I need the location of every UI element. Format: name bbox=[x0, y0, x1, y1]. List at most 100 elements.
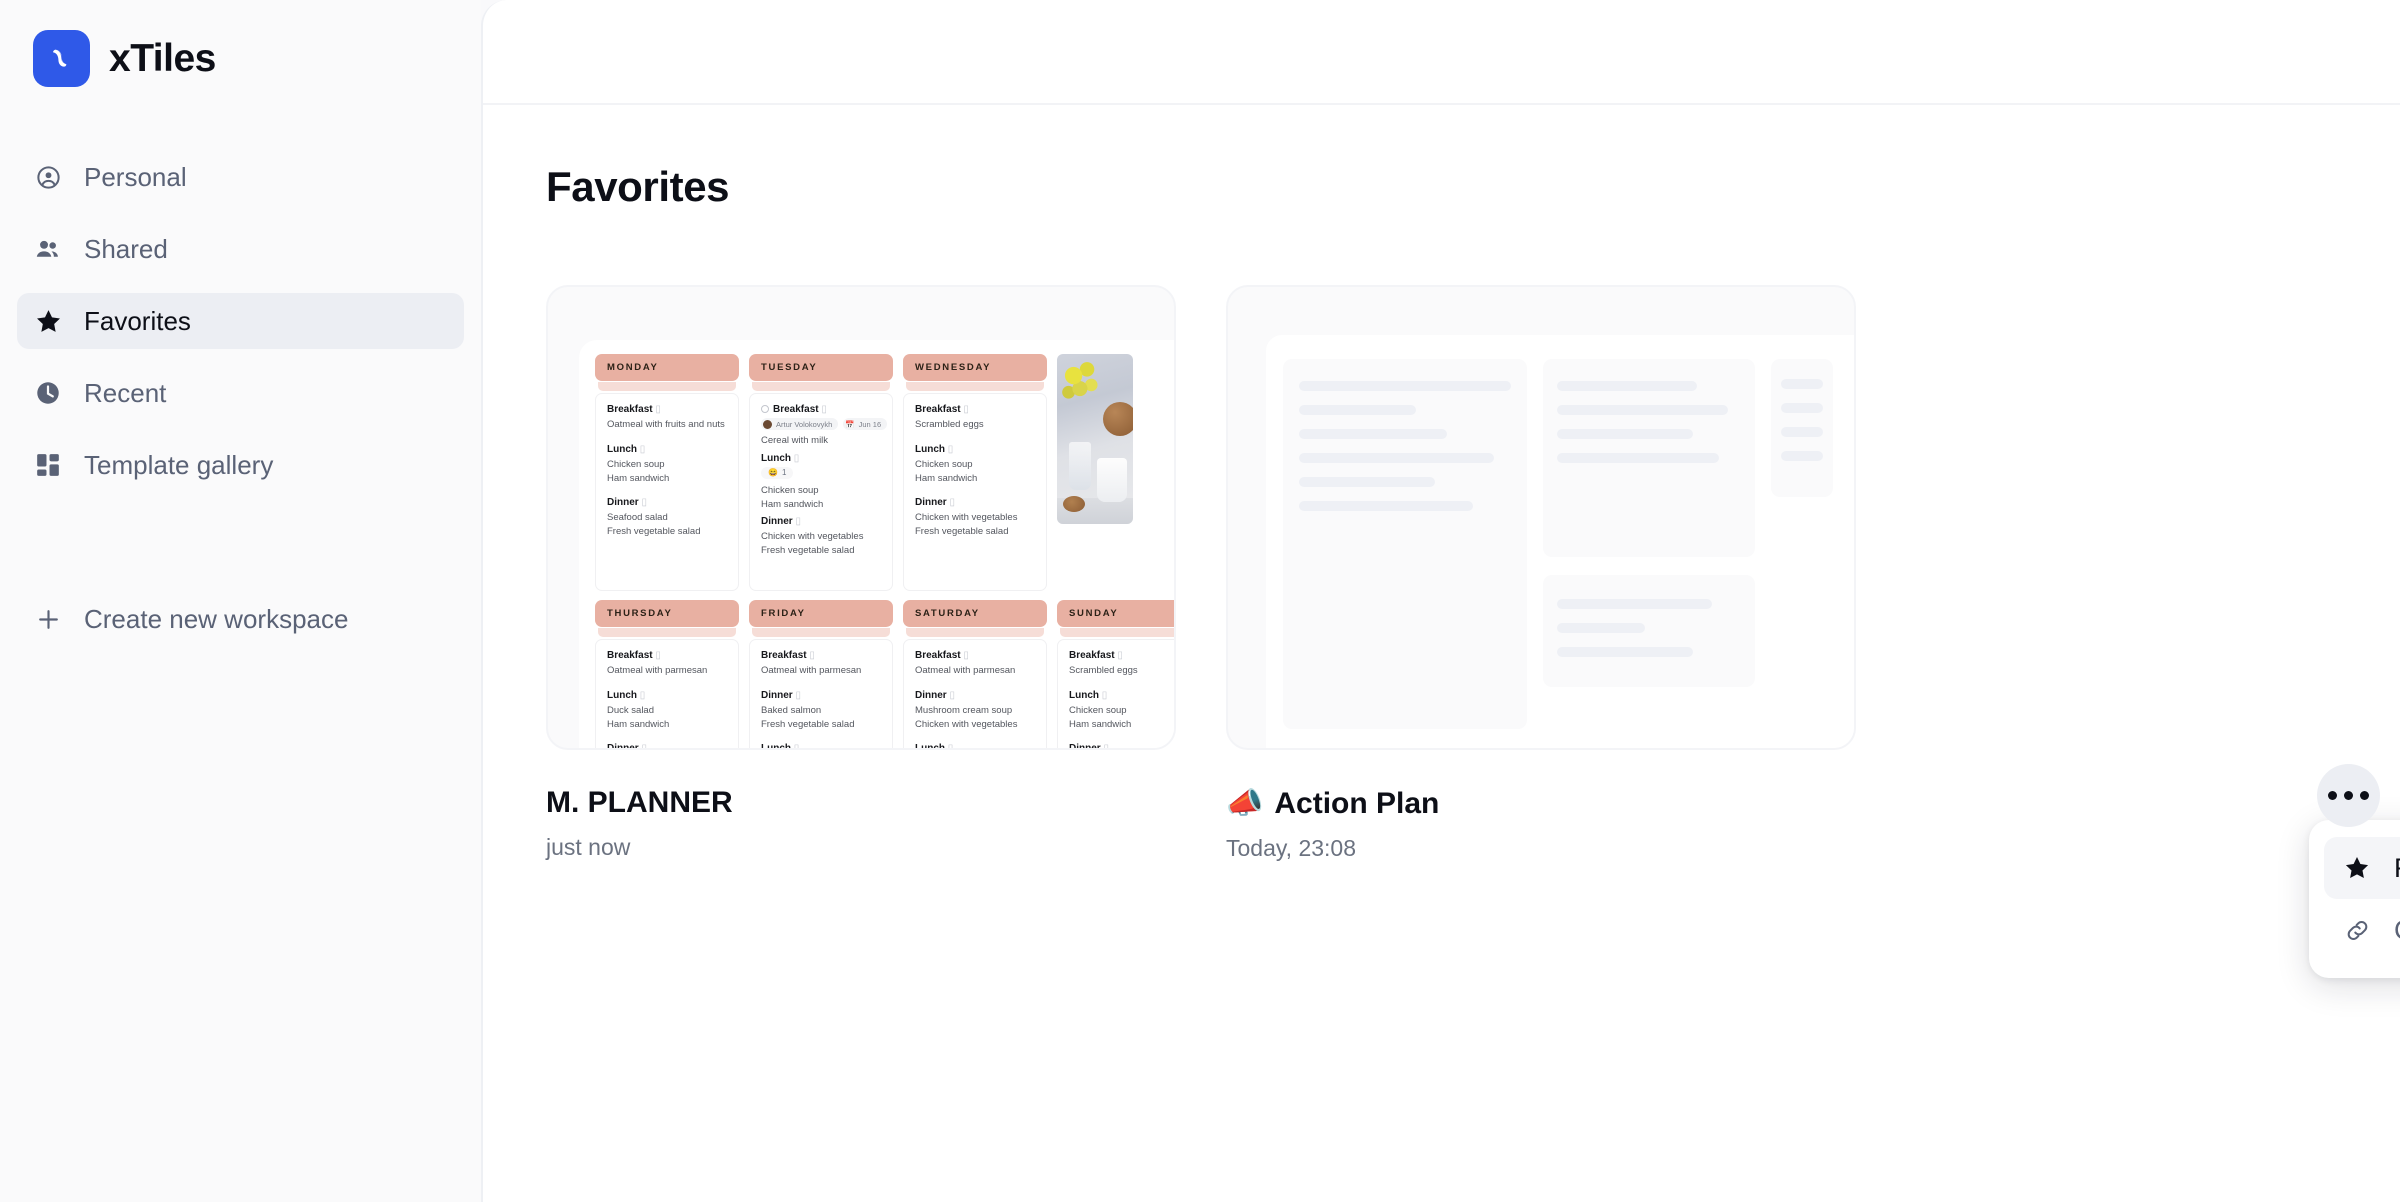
sidebar-item-label: Personal bbox=[84, 161, 187, 192]
menu-item-label: Copy link bbox=[2394, 915, 2400, 946]
checkbox-icon[interactable] bbox=[761, 405, 769, 413]
day-strip bbox=[1060, 628, 1174, 637]
meal-line: Ham sandwich bbox=[1069, 718, 1132, 730]
meal-line: Fresh vegetable salad bbox=[761, 718, 855, 730]
meal-line: Oatmeal with parmesan bbox=[761, 665, 862, 676]
emoji-icon: 😄 bbox=[768, 468, 778, 478]
meal-heading: Dinner ▯ bbox=[915, 497, 955, 509]
avatar bbox=[763, 419, 772, 429]
day-body: Breakfast ▯ Scrambled eggs Lunch ▯ Chick… bbox=[1057, 639, 1174, 748]
brand[interactable]: xTiles bbox=[0, 0, 481, 87]
skeleton-column-3 bbox=[1771, 359, 1833, 497]
main-area: Refer a friend, ge Favorites MONDAY bbox=[481, 0, 2400, 1202]
sidebar: xTiles Personal Shared Favorites Recent … bbox=[0, 0, 481, 1202]
meal-heading: Breakfast ▯ bbox=[915, 650, 969, 661]
date-chip: 📅 Jun 16 bbox=[843, 418, 888, 430]
person-circle-icon bbox=[33, 162, 63, 192]
meal-line: Chicken with vegetables bbox=[915, 718, 1018, 730]
day-header: FRIDAY bbox=[749, 600, 893, 627]
meal-heading: Lunch ▯ bbox=[607, 443, 646, 455]
meal-line: Oatmeal with parmesan bbox=[607, 665, 708, 676]
meal-line: Ham sandwich bbox=[607, 718, 670, 730]
sidebar-item-label: Shared bbox=[84, 233, 168, 264]
day-column-thursday: THURSDAY Breakfast ▯ Oatmeal with parmes… bbox=[595, 600, 739, 748]
card-thumbnail-action-plan[interactable] bbox=[1226, 285, 1856, 750]
megaphone-icon: 📣 bbox=[1226, 787, 1264, 820]
sidebar-item-template-gallery[interactable]: Template gallery bbox=[17, 437, 464, 493]
card-subtitle: Today, 23:08 bbox=[1226, 835, 1357, 861]
skeleton-preview bbox=[1266, 335, 1854, 748]
skeleton-block-a bbox=[1543, 359, 1755, 557]
card-thumbnail-meal-planner[interactable]: MONDAY Breakfast ▯ Oatmeal with fruits a… bbox=[546, 285, 1176, 750]
card-action-plan[interactable]: 📣 Action Plan Today, 23:08 bbox=[1226, 285, 1856, 862]
card-m-planner[interactable]: MONDAY Breakfast ▯ Oatmeal with fruits a… bbox=[546, 285, 1176, 862]
meal-line: Chicken soup bbox=[1069, 704, 1127, 716]
assignee-chip: Artur Volokovykh bbox=[761, 418, 839, 430]
meal-heading: Lunch ▯ bbox=[607, 689, 646, 701]
day-header: THURSDAY bbox=[595, 600, 739, 627]
card-title-text: M. PLANNER bbox=[546, 786, 733, 819]
calendar-icon: 📅 bbox=[845, 419, 855, 429]
sidebar-item-recent[interactable]: Recent bbox=[17, 365, 464, 421]
meal-heading: Dinner ▯ bbox=[607, 743, 727, 748]
sidebar-item-label: Recent bbox=[84, 377, 167, 408]
day-strip bbox=[598, 382, 736, 391]
day-body: Breakfast ▯ Scrambled eggs Lunch ▯ Chick… bbox=[903, 393, 1047, 591]
day-strip bbox=[752, 628, 890, 637]
menu-item-copy-link[interactable]: Copy link bbox=[2324, 899, 2400, 961]
sidebar-item-label: Favorites bbox=[84, 305, 191, 336]
content: Favorites MONDAY Breakfast ▯ Oatmeal wit… bbox=[483, 105, 2400, 862]
meal-heading: Lunch ▯ bbox=[1069, 689, 1108, 701]
flowers-vase-cookies-milk-photo bbox=[1057, 354, 1133, 524]
meal-line: Fresh vegetable salad bbox=[761, 545, 855, 557]
meal-heading: Dinner ▯ bbox=[1069, 743, 1174, 748]
day-body: Breakfast ▯ Oatmeal with parmesan Dinner… bbox=[749, 639, 893, 748]
card-subtitle: just now bbox=[546, 834, 631, 860]
create-new-workspace-label: Create new workspace bbox=[84, 603, 349, 634]
meal-line: Chicken soup bbox=[915, 458, 973, 470]
day-column-sunday: SUNDAY Breakfast ▯ Scrambled eggs Lunch … bbox=[1057, 600, 1174, 748]
meal-planner-row-2: THURSDAY Breakfast ▯ Oatmeal with parmes… bbox=[595, 600, 1174, 748]
meal-heading: Dinner ▯ bbox=[761, 689, 801, 701]
link-icon bbox=[2342, 915, 2372, 945]
sidebar-item-favorites[interactable]: Favorites bbox=[17, 293, 464, 349]
people-icon bbox=[33, 234, 63, 264]
meal-line: Fresh vegetable salad bbox=[915, 526, 1009, 538]
skeleton-column-1 bbox=[1283, 359, 1527, 729]
meal-line: Scrambled eggs bbox=[1069, 665, 1138, 676]
meal-heading: Breakfast ▯ bbox=[761, 404, 881, 415]
meal-line: Chicken with vegetables bbox=[915, 512, 1018, 524]
meal-heading: Lunch ▯ bbox=[761, 743, 881, 748]
menu-item-label: Remove from favorites bbox=[2394, 853, 2400, 884]
meal-heading: Breakfast ▯ bbox=[607, 404, 661, 415]
meal-line: Seafood salad bbox=[607, 512, 668, 524]
day-body: Breakfast ▯ Oatmeal with parmesan Dinner… bbox=[903, 639, 1047, 748]
context-menu: Remove from favorites Copy link bbox=[2309, 820, 2400, 978]
meal-line: Ham sandwich bbox=[915, 472, 978, 484]
more-horizontal-icon[interactable] bbox=[2317, 764, 2380, 827]
meal-heading: Lunch ▯ bbox=[915, 443, 954, 455]
meal-heading: Dinner ▯ bbox=[607, 497, 647, 509]
meal-line: Mushroom cream soup bbox=[915, 704, 1013, 716]
meal-line: Ham sandwich bbox=[761, 498, 824, 510]
photo-column bbox=[1057, 354, 1133, 591]
brand-name: xTiles bbox=[109, 36, 216, 80]
meal-heading: Lunch ▯ bbox=[915, 743, 1035, 748]
day-strip bbox=[906, 382, 1044, 391]
day-column-saturday: SATURDAY Breakfast ▯ Oatmeal with parmes… bbox=[903, 600, 1047, 748]
app-root: xTiles Personal Shared Favorites Recent … bbox=[0, 0, 2400, 1202]
meal-heading: Breakfast ▯ bbox=[915, 404, 969, 415]
day-strip bbox=[598, 628, 736, 637]
sidebar-item-personal[interactable]: Personal bbox=[17, 149, 464, 205]
skeleton-middle-column bbox=[1543, 359, 1755, 748]
day-header: SUNDAY bbox=[1057, 600, 1174, 627]
create-new-workspace-button[interactable]: Create new workspace bbox=[0, 597, 481, 641]
xtiles-logo-icon bbox=[33, 30, 90, 87]
card-title-text: Action Plan bbox=[1274, 786, 1440, 820]
reaction-chip[interactable]: 😄 1 bbox=[761, 466, 794, 479]
meal-line: Cereal with milk bbox=[761, 435, 829, 446]
sidebar-item-shared[interactable]: Shared bbox=[17, 221, 464, 277]
day-column-monday: MONDAY Breakfast ▯ Oatmeal with fruits a… bbox=[595, 354, 739, 591]
menu-item-remove-from-favorites[interactable]: Remove from favorites bbox=[2324, 837, 2400, 899]
meal-heading: Breakfast ▯ bbox=[1069, 650, 1123, 661]
